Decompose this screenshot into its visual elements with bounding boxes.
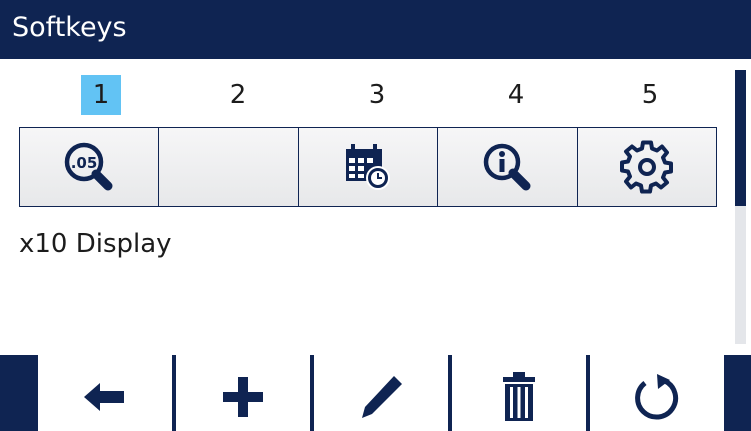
arrow-left-icon — [84, 383, 124, 411]
softkey-position-1[interactable]: 1 — [81, 75, 121, 115]
plus-icon — [223, 377, 263, 417]
x10-display-icon: .05 — [64, 142, 113, 191]
softkey-information[interactable] — [438, 128, 578, 206]
softkey-position-3[interactable]: 3 — [357, 75, 397, 115]
x10-display-icon-text: .05 — [71, 154, 98, 172]
gear-icon — [619, 140, 673, 194]
scrollbar-thumb[interactable] — [735, 70, 746, 206]
title-bar: Softkeys — [0, 0, 751, 59]
softkey-description: x10 Display — [19, 229, 172, 259]
delete-button[interactable] — [452, 355, 586, 431]
page-title: Softkeys — [12, 12, 127, 43]
softkey-empty[interactable] — [159, 128, 299, 206]
calendar-clock-icon — [346, 144, 391, 190]
bottom-softkey-bar — [0, 355, 751, 431]
edit-button[interactable] — [314, 355, 448, 431]
refresh-icon — [635, 374, 679, 420]
softkey-setup[interactable] — [577, 128, 717, 206]
back-button[interactable] — [38, 355, 172, 431]
pencil-icon — [362, 376, 402, 418]
reset-button[interactable] — [590, 355, 724, 431]
info-search-icon — [484, 143, 531, 191]
softkey-row: .05 — [19, 127, 717, 207]
softkey-position-5[interactable]: 5 — [630, 75, 670, 115]
add-button[interactable] — [176, 355, 310, 431]
softkey-position-4[interactable]: 4 — [496, 75, 536, 115]
softkey-x10-display[interactable]: .05 — [20, 128, 160, 206]
softkey-position-2[interactable]: 2 — [218, 75, 258, 115]
softkey-calendar-time[interactable] — [298, 128, 439, 206]
trash-icon — [503, 372, 535, 421]
softkey-position-numbers: 1 2 3 4 5 — [0, 75, 751, 115]
